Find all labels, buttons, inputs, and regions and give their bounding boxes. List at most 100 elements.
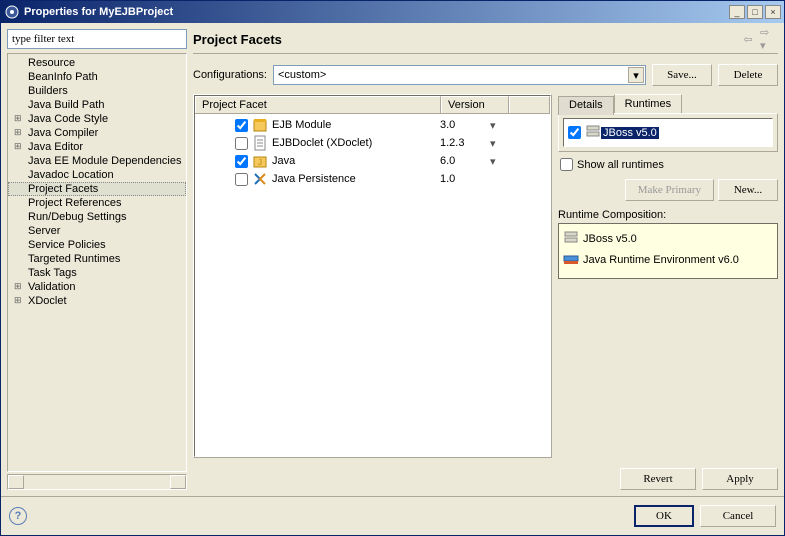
- chevron-down-icon[interactable]: ▾: [628, 67, 644, 83]
- doc-icon: [252, 135, 268, 151]
- tab-runtimes[interactable]: Runtimes: [614, 94, 682, 113]
- forward-icon[interactable]: ⇨ ▾: [760, 31, 776, 47]
- tree-item[interactable]: Java Compiler: [8, 126, 186, 140]
- facet-row[interactable]: JJava6.0▾: [195, 152, 550, 170]
- jpa-icon: [252, 171, 268, 187]
- configurations-value: <custom>: [278, 69, 326, 81]
- facet-header-spacer: [509, 96, 550, 113]
- svg-text:J: J: [258, 158, 262, 167]
- composition-label: JBoss v5.0: [583, 233, 637, 245]
- window-title: Properties for MyEJBProject: [24, 6, 727, 18]
- sidebar: ResourceBeanInfo PathBuildersJava Build …: [7, 29, 187, 490]
- horizontal-scrollbar[interactable]: [7, 474, 187, 490]
- page-footer: Revert Apply: [193, 468, 778, 490]
- facet-version: 1.2.3: [440, 137, 490, 149]
- runtimes-list[interactable]: JBoss v5.0: [563, 118, 773, 147]
- runtime-checkbox[interactable]: [568, 126, 581, 139]
- facet-checkbox[interactable]: [235, 119, 248, 132]
- facets-body[interactable]: EJB Module3.0▾EJBDoclet (XDoclet)1.2.3▾J…: [195, 114, 550, 456]
- back-icon[interactable]: ⇦: [740, 31, 756, 47]
- tree-item[interactable]: Project Facets: [8, 182, 186, 196]
- tab-strip: Details Runtimes: [558, 94, 778, 113]
- runtime-composition-label: Runtime Composition:: [558, 209, 778, 221]
- chevron-down-icon[interactable]: ▾: [490, 119, 496, 132]
- configurations-row: Configurations: <custom> ▾ Save... Delet…: [193, 64, 778, 86]
- facet-row[interactable]: Java Persistence1.0: [195, 170, 550, 188]
- tree-item[interactable]: Java Editor: [8, 140, 186, 154]
- app-icon: [4, 4, 20, 20]
- dialog-button-bar: ? OK Cancel: [1, 496, 784, 535]
- tree-item[interactable]: Service Policies: [8, 238, 186, 252]
- close-button[interactable]: ×: [765, 5, 781, 19]
- chevron-down-icon[interactable]: ▾: [490, 155, 496, 168]
- make-primary-button[interactable]: Make Primary: [625, 179, 714, 201]
- tree-item[interactable]: Validation: [8, 280, 186, 294]
- cancel-button[interactable]: Cancel: [700, 505, 776, 527]
- jre-icon: [563, 250, 579, 269]
- revert-button[interactable]: Revert: [620, 468, 696, 490]
- facet-checkbox[interactable]: [235, 137, 248, 150]
- dialog-buttons: OK Cancel: [634, 505, 776, 527]
- facet-version: 1.0: [440, 173, 490, 185]
- composition-item: JBoss v5.0: [563, 228, 773, 249]
- java-icon: J: [252, 153, 268, 169]
- titlebar: Properties for MyEJBProject _ □ ×: [1, 1, 784, 23]
- page-header: Project Facets ⇦ ⇨ ▾: [193, 29, 778, 54]
- category-tree[interactable]: ResourceBeanInfo PathBuildersJava Build …: [7, 53, 187, 472]
- show-all-runtimes-checkbox[interactable]: Show all runtimes: [560, 158, 776, 171]
- show-all-runtimes-input[interactable]: [560, 158, 573, 171]
- page-title: Project Facets: [193, 32, 738, 47]
- runtime-item[interactable]: JBoss v5.0: [566, 121, 770, 144]
- scroll-left-button[interactable]: [8, 475, 24, 489]
- apply-button[interactable]: Apply: [702, 468, 778, 490]
- facet-label: EJB Module: [272, 119, 440, 131]
- tree-item[interactable]: Java EE Module Dependencies: [8, 154, 186, 168]
- show-all-runtimes-label: Show all runtimes: [577, 159, 664, 171]
- tree-item[interactable]: Java Code Style: [8, 112, 186, 126]
- tree-item[interactable]: Javadoc Location: [8, 168, 186, 182]
- composition-label: Java Runtime Environment v6.0: [583, 254, 739, 266]
- maximize-button[interactable]: □: [747, 5, 763, 19]
- ejb-icon: [252, 117, 268, 133]
- server-icon: [563, 229, 579, 248]
- runtime-composition-box: JBoss v5.0 Java Runtime Environment v6.0: [558, 223, 778, 279]
- help-icon[interactable]: ?: [9, 507, 27, 525]
- scroll-track[interactable]: [24, 475, 170, 489]
- runtime-buttons: Make Primary New...: [558, 179, 778, 201]
- runtimes-tab-content: JBoss v5.0: [558, 113, 778, 152]
- filter-input[interactable]: [7, 29, 187, 49]
- tree-item[interactable]: Task Tags: [8, 266, 186, 280]
- new-runtime-button[interactable]: New...: [718, 179, 778, 201]
- facet-label: Java Persistence: [272, 173, 440, 185]
- tree-item[interactable]: Builders: [8, 84, 186, 98]
- tree-item[interactable]: Resource: [8, 56, 186, 70]
- facet-checkbox[interactable]: [235, 155, 248, 168]
- facet-row[interactable]: EJB Module3.0▾: [195, 116, 550, 134]
- tree-item[interactable]: Run/Debug Settings: [8, 210, 186, 224]
- save-button[interactable]: Save...: [652, 64, 712, 86]
- facet-row[interactable]: EJBDoclet (XDoclet)1.2.3▾: [195, 134, 550, 152]
- tree-item[interactable]: Java Build Path: [8, 98, 186, 112]
- scroll-right-button[interactable]: [170, 475, 186, 489]
- facet-version: 3.0: [440, 119, 490, 131]
- right-panel: Details Runtimes JBoss v5.0 Show all run…: [558, 94, 778, 458]
- configurations-combo[interactable]: <custom> ▾: [273, 65, 646, 85]
- tree-item[interactable]: Targeted Runtimes: [8, 252, 186, 266]
- tree-item[interactable]: BeanInfo Path: [8, 70, 186, 84]
- tree-item[interactable]: Server: [8, 224, 186, 238]
- tree-item[interactable]: Project References: [8, 196, 186, 210]
- runtime-label: JBoss v5.0: [601, 127, 659, 139]
- facets-table: Project Facet Version EJB Module3.0▾EJBD…: [194, 95, 551, 457]
- ok-button[interactable]: OK: [634, 505, 694, 527]
- delete-button[interactable]: Delete: [718, 64, 778, 86]
- facet-header-name[interactable]: Project Facet: [195, 96, 441, 113]
- minimize-button[interactable]: _: [729, 5, 745, 19]
- tab-details[interactable]: Details: [558, 96, 614, 115]
- facet-version: 6.0: [440, 155, 490, 167]
- facet-header-version[interactable]: Version: [441, 96, 509, 113]
- facet-checkbox[interactable]: [235, 173, 248, 186]
- dialog-body: ResourceBeanInfo PathBuildersJava Build …: [1, 23, 784, 496]
- tree-item[interactable]: XDoclet: [8, 294, 186, 308]
- chevron-down-icon[interactable]: ▾: [490, 137, 496, 150]
- content-split: Project Facet Version EJB Module3.0▾EJBD…: [193, 94, 778, 458]
